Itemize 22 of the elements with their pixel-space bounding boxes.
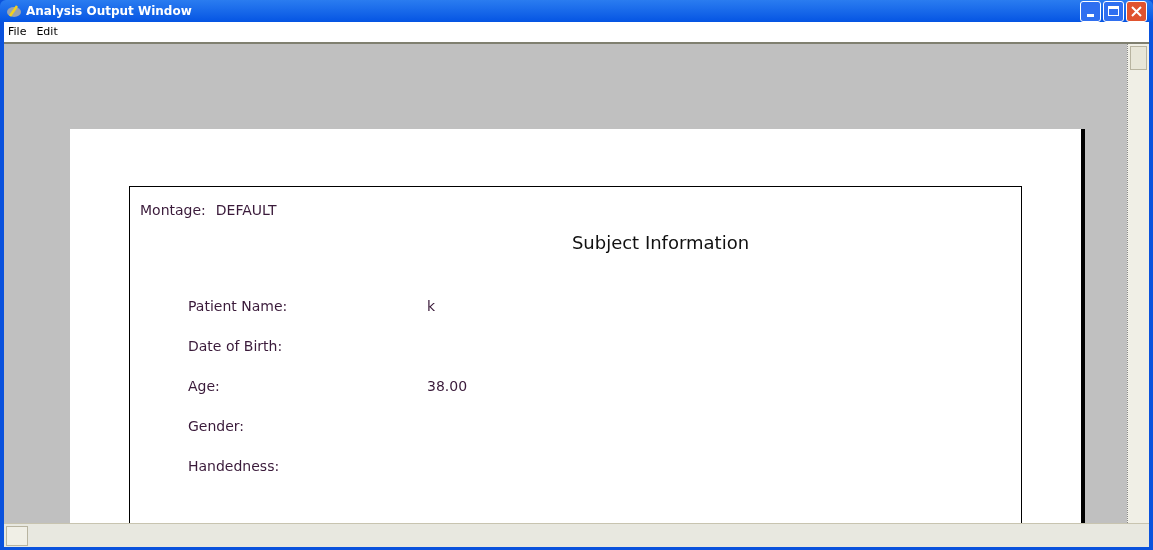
field-label: Age:: [188, 377, 221, 396]
scroll-thumb[interactable]: [1130, 46, 1147, 70]
montage-value: DEFAULT: [215, 201, 277, 220]
menu-item[interactable]: Edit: [36, 23, 58, 41]
horizontal-scrollbar[interactable]: [4, 523, 1149, 547]
field-label: Handedness:: [188, 457, 281, 476]
vertical-scrollbar[interactable]: [1127, 44, 1149, 523]
close-icon: [1131, 5, 1142, 17]
window-title: Analysis Output Window: [26, 3, 192, 20]
maximize-button[interactable]: [1103, 0, 1124, 22]
menu-item[interactable]: File: [8, 23, 27, 41]
montage-label: Montage:: [140, 201, 206, 220]
scroll-thumb[interactable]: [6, 525, 28, 546]
field-value: k: [427, 297, 436, 316]
app-icon: [6, 4, 22, 18]
minimize-button[interactable]: [1080, 0, 1101, 22]
field-label: Gender:: [188, 417, 246, 436]
field-label: Date of Birth:: [188, 337, 284, 356]
report-heading: Subject Information: [571, 231, 750, 255]
field-label: Patient Name:: [188, 297, 289, 316]
close-button[interactable]: [1126, 0, 1147, 22]
field-value: 38.00: [427, 377, 468, 396]
